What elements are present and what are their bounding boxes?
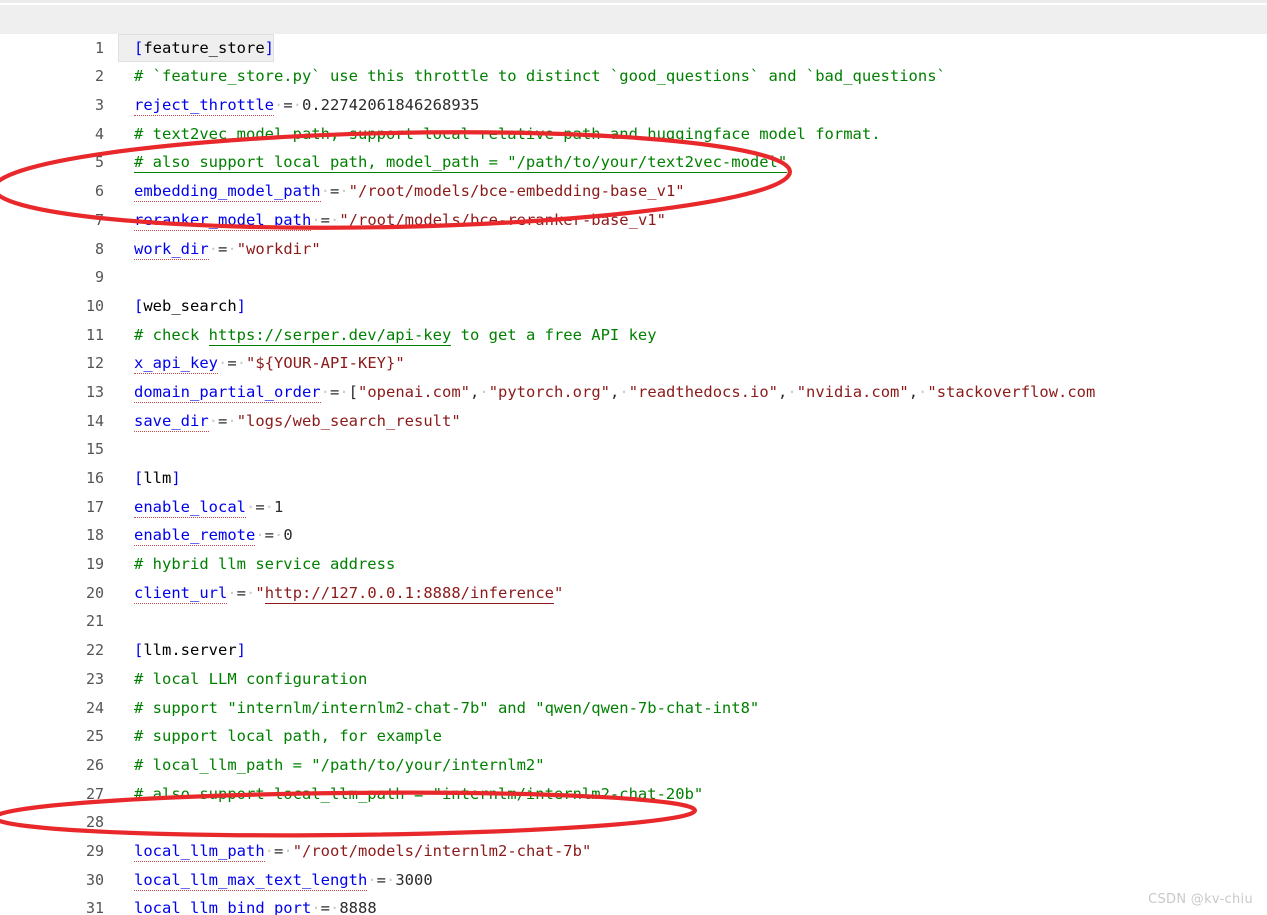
code-line[interactable]: 13 domain_partial_order·=·["openai.com",·…	[0, 349, 1267, 407]
code-line[interactable]: 25 # support local path, for example	[0, 694, 1267, 751]
code-line[interactable]: 7 reranker_model_path·=·"/root/models/bce…	[0, 177, 1267, 235]
code-line[interactable]: 15	[0, 407, 1267, 465]
code-line[interactable]: 14 save_dir·=·"logs/web_search_result"	[0, 378, 1267, 436]
code-line[interactable]: 26 # local_llm_path = "/path/to/your/inte…	[0, 722, 1267, 780]
code-line[interactable]: 23 # local LLM configuration	[0, 636, 1267, 694]
code-editor-viewport: 1 [feature_store] 2 # `feature_store.py` u…	[0, 0, 1267, 915]
code-line[interactable]: 8 work_dir·=·"workdir"	[0, 206, 1267, 264]
code-line[interactable]: 17 enable_local·=·1	[0, 464, 1267, 522]
code-line[interactable]: 5 # also support local path, model_path =…	[0, 120, 1267, 178]
code-line[interactable]: 3 reject_throttle·=·0.22742061846268935	[0, 62, 1267, 120]
code-line[interactable]: 12 x_api_key·=·"${YOUR-API-KEY}"	[0, 321, 1267, 378]
code-line[interactable]: 29 local_llm_path·=·"/root/models/internl…	[0, 808, 1267, 866]
code-line[interactable]: 22 [llm.server]	[0, 607, 1267, 665]
code-line[interactable]: 11 # check https://serper.dev/api-key to …	[0, 292, 1267, 350]
code-line[interactable]: 19 # hybrid llm service address	[0, 521, 1267, 579]
code-line[interactable]: 10 [web_search]	[0, 263, 1267, 321]
code-line[interactable]: 20 client_url·=·"http://127.0.0.1:8888/in…	[0, 550, 1267, 608]
code-line[interactable]: 21	[0, 579, 1267, 637]
code-line[interactable]: 18 enable_remote·=·0	[0, 493, 1267, 551]
code-line[interactable]: 27 # also support local_llm_path = "inter…	[0, 751, 1267, 809]
code-line[interactable]: 24 # support "internlm/internlm2-chat-7b"…	[0, 665, 1267, 723]
code-area[interactable]: 1 [feature_store] 2 # `feature_store.py` u…	[0, 5, 1267, 915]
code-line[interactable]: 30 local_llm_max_text_length·=·3000	[0, 837, 1267, 895]
code-line[interactable]: 4 # text2vec model path, support local re…	[0, 91, 1267, 149]
code-line[interactable]: 16 [llm]	[0, 435, 1267, 493]
code-line[interactable]: 31 local_llm_bind_port·=·8888	[0, 866, 1267, 915]
code-line[interactable]: 1 [feature_store]	[0, 5, 1267, 63]
code-line[interactable]: 32	[0, 894, 1267, 915]
code-line[interactable]: 9	[0, 235, 1267, 292]
code-line[interactable]: 28	[0, 780, 1267, 837]
viewport-top-rule	[0, 0, 1267, 3]
csdn-watermark: CSDN @kv-chiu	[1148, 892, 1253, 907]
code-line[interactable]: 2 # `feature_store.py` use this throttle …	[0, 34, 1267, 92]
code-line[interactable]: 6 embedding_model_path·=·"/root/models/bc…	[0, 148, 1267, 206]
